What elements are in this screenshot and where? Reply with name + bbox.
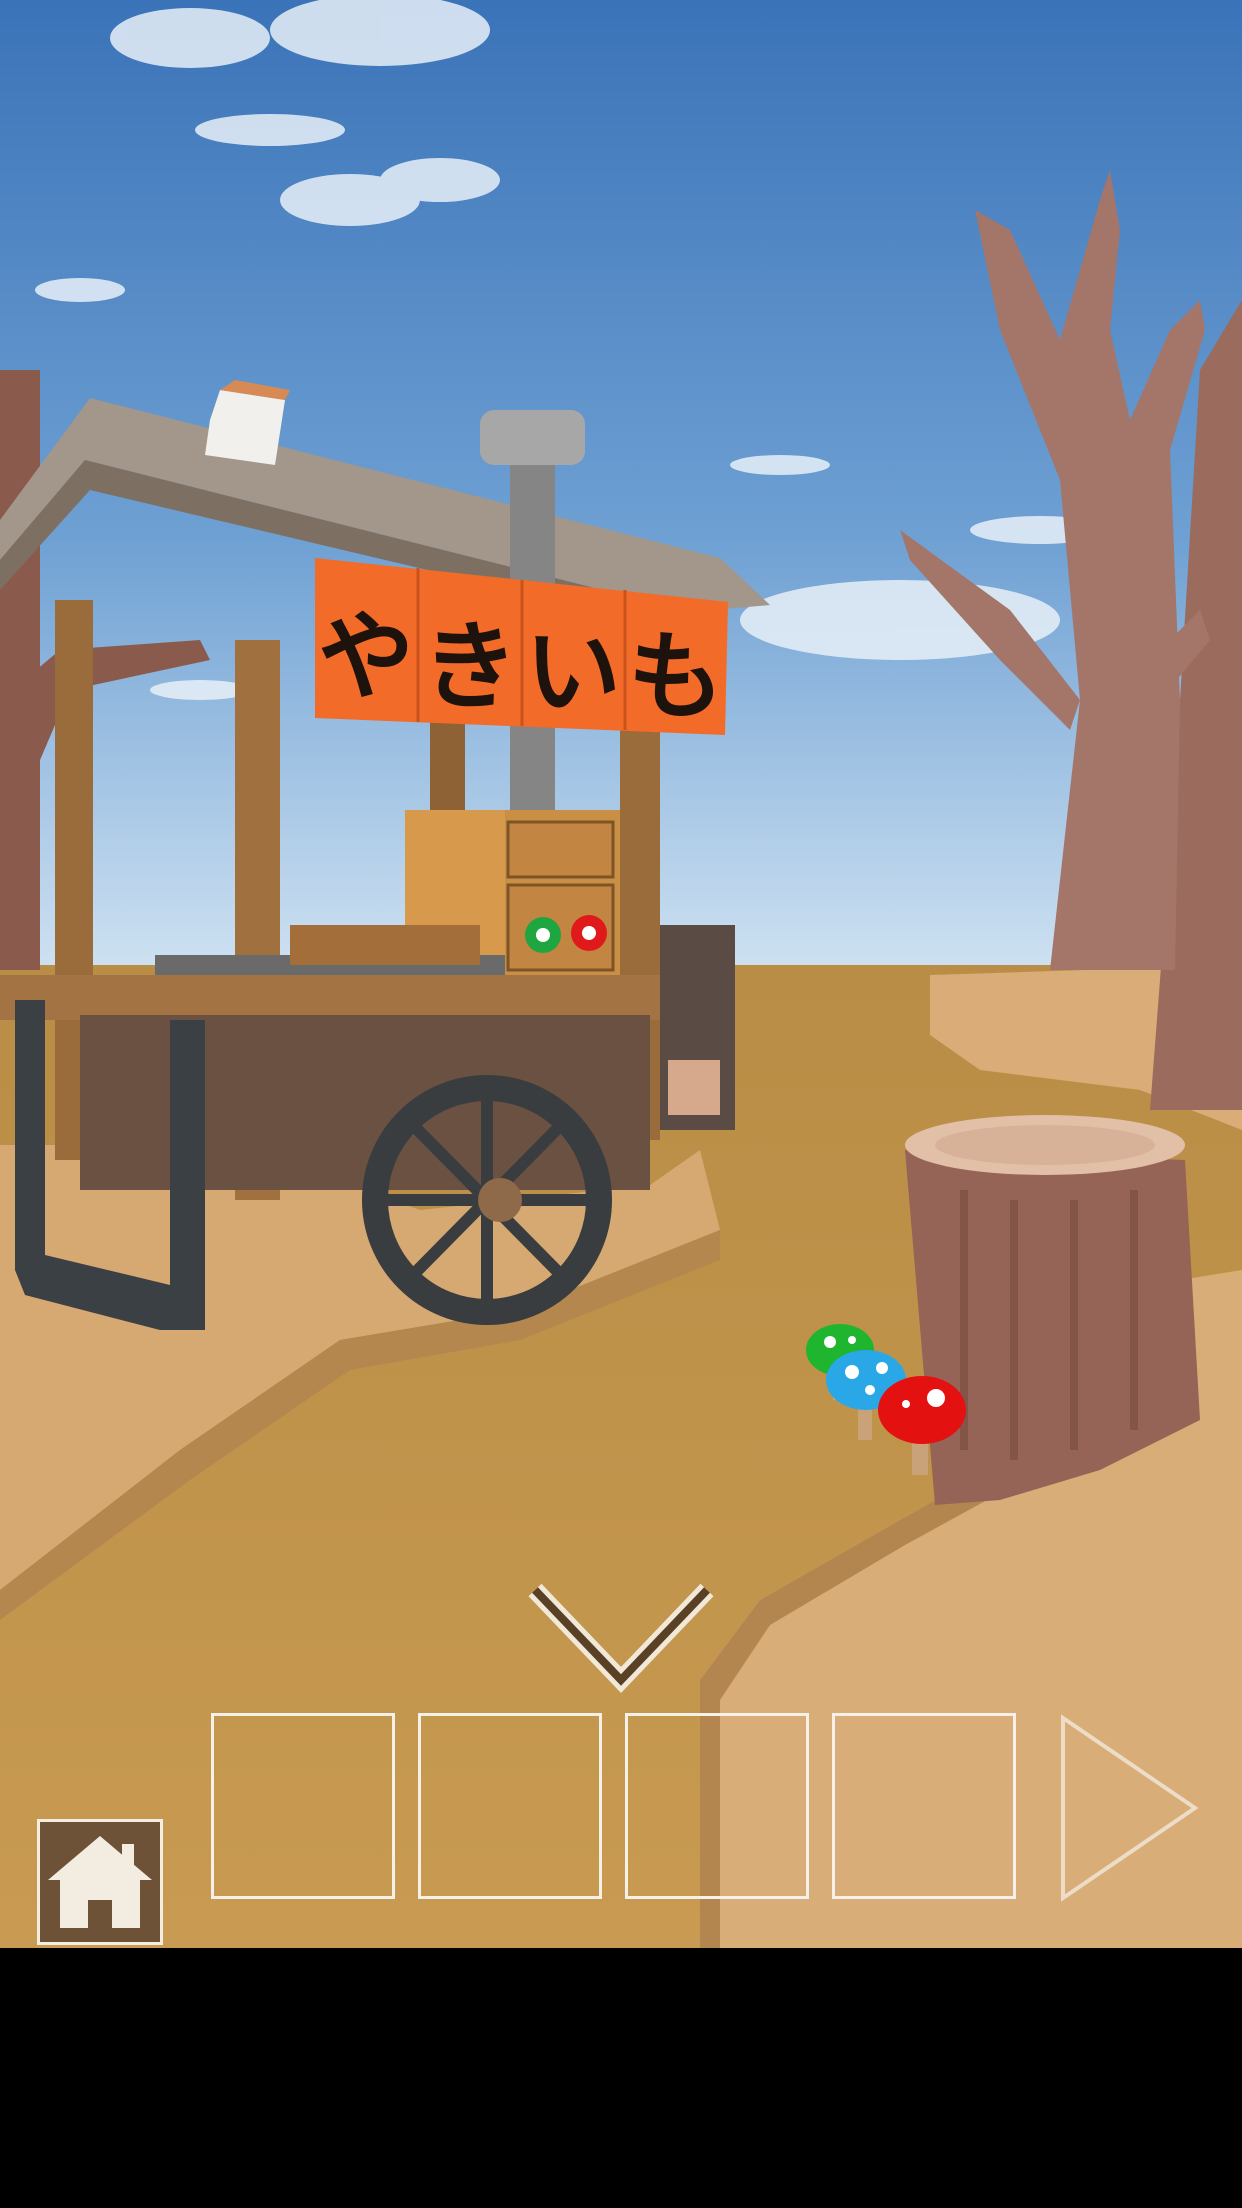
inventory-slot[interactable]: [832, 1713, 1016, 1899]
inventory-slot[interactable]: [625, 1713, 809, 1899]
wood-tray: [290, 925, 480, 965]
game-scene[interactable]: や き い も: [0, 0, 1242, 1948]
letterbox-bar: [0, 1948, 1242, 2208]
firewood-stack[interactable]: [668, 1060, 720, 1115]
inventory-slot[interactable]: [418, 1713, 602, 1899]
sign-char-ya: や: [318, 601, 414, 713]
sign-char-i: い: [525, 616, 621, 728]
cart-counter: [0, 975, 660, 1020]
sign-char-ki: き: [422, 611, 518, 723]
home-button[interactable]: [37, 1819, 163, 1945]
house-icon: [48, 1836, 152, 1928]
cart-wheel: [362, 1075, 612, 1325]
paper-box[interactable]: [205, 390, 285, 465]
game-viewport: や き い も: [0, 0, 1242, 1948]
inventory-slot[interactable]: [211, 1713, 395, 1899]
sign-char-mo: も: [628, 621, 724, 733]
triangle-right-icon[interactable]: [1055, 1710, 1205, 1906]
